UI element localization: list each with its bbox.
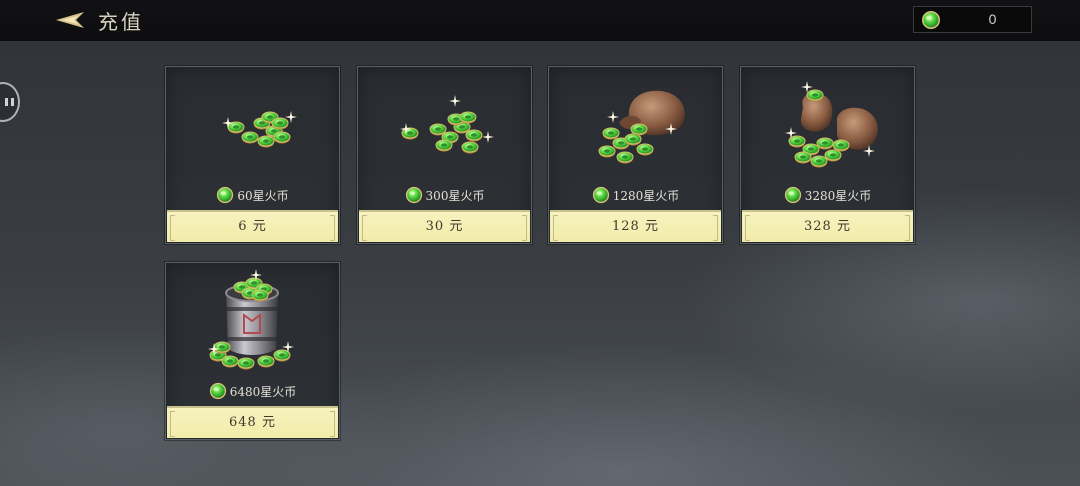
coin-pile-small-image — [222, 111, 297, 148]
amount-label: 3280星火币 — [804, 188, 872, 203]
coin-bags-image — [785, 81, 878, 168]
page-title: 充值 — [98, 10, 144, 34]
side-panel-toggle[interactable] — [0, 82, 20, 122]
package-amount: 1280星火币 — [549, 185, 722, 205]
package-amount: 60星火币 — [166, 185, 339, 205]
currency-balance: 0 — [913, 6, 1032, 33]
price-button[interactable]: 30 元 — [359, 210, 530, 242]
amount-label: 60星火币 — [237, 188, 289, 203]
coin-bag-image — [598, 90, 685, 164]
price-button[interactable]: 328 元 — [742, 210, 913, 242]
price-button[interactable]: 6 元 — [167, 210, 338, 242]
jade-coin-icon — [592, 186, 609, 204]
jade-coin-icon — [922, 11, 940, 29]
package-amount: 300星火币 — [358, 185, 531, 205]
package-amount: 6480星火币 — [166, 381, 339, 401]
balance-value: 0 — [988, 11, 997, 27]
jade-coin-icon — [209, 382, 226, 400]
package-card-1[interactable]: 60星火币 6 元 — [165, 66, 340, 244]
price-button[interactable]: 128 元 — [550, 210, 721, 242]
package-card-2[interactable]: 300星火币 30 元 — [357, 66, 532, 244]
jade-coin-icon — [784, 186, 801, 204]
package-card-3[interactable]: 1280星火币 128 元 — [548, 66, 723, 244]
coin-pile-medium-image — [400, 95, 494, 154]
top-bar: 充值 0 — [0, 0, 1080, 41]
package-card-5[interactable]: 6480星火币 648 元 — [165, 262, 340, 440]
package-card-4[interactable]: 3280星火币 328 元 — [740, 66, 915, 244]
amount-label: 300星火币 — [425, 188, 485, 203]
price-button[interactable]: 648 元 — [167, 406, 338, 438]
amount-label: 1280星火币 — [612, 188, 680, 203]
jade-coin-icon — [405, 186, 422, 204]
package-amount: 3280星火币 — [741, 185, 914, 205]
back-button[interactable] — [54, 9, 88, 31]
back-arrow-icon — [56, 12, 84, 28]
jade-coin-icon — [217, 186, 234, 204]
amount-label: 6480星火币 — [229, 384, 297, 399]
coin-barrel-image — [208, 269, 294, 370]
